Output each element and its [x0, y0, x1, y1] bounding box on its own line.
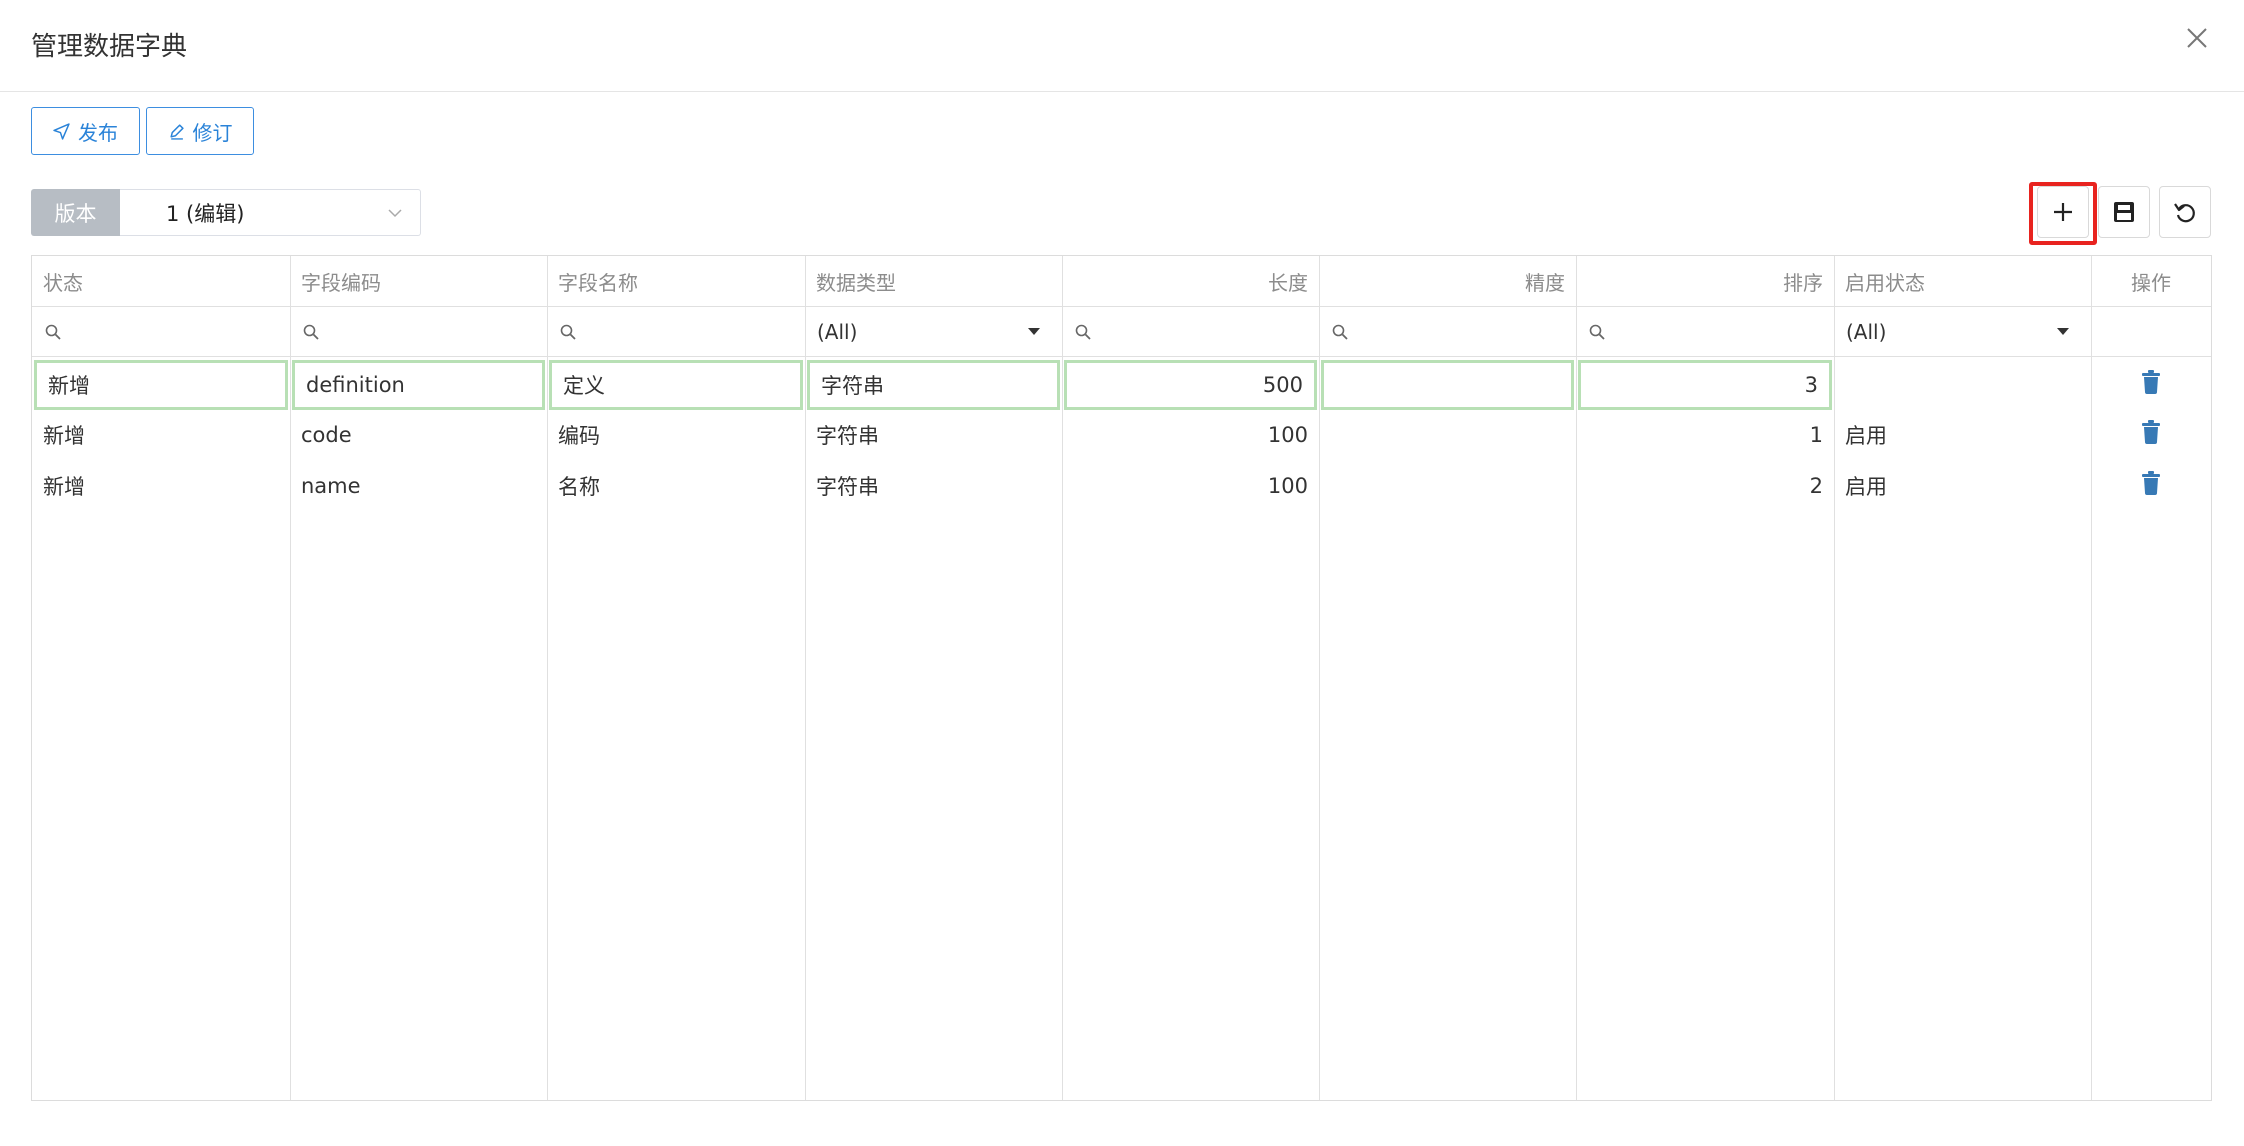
- send-icon: [53, 122, 70, 140]
- filter-field-code[interactable]: [290, 307, 547, 356]
- data-grid: 状态 字段编码 字段名称 数据类型 长度 精度 排序 启用状态 操作 (All): [31, 255, 2212, 1101]
- filter-status[interactable]: [32, 307, 290, 356]
- pencil-icon: [169, 123, 184, 140]
- cell-order[interactable]: 1: [1576, 410, 1834, 460]
- trash-icon: [2142, 420, 2160, 444]
- column-divider: [805, 256, 806, 1100]
- column-header-precision[interactable]: 精度: [1319, 256, 1576, 306]
- search-icon: [1332, 324, 1348, 340]
- cell-order[interactable]: 2: [1576, 461, 1834, 511]
- trash-icon: [2142, 370, 2160, 394]
- dialog-title: 管理数据字典: [31, 32, 188, 62]
- publish-button[interactable]: 发布: [31, 107, 140, 155]
- filter-data-type[interactable]: (All): [805, 307, 1062, 356]
- revise-button[interactable]: 修订: [146, 107, 254, 155]
- cell-data-type[interactable]: 字符串: [805, 461, 1062, 511]
- cell-precision[interactable]: [1321, 360, 1574, 410]
- cell-precision[interactable]: [1319, 461, 1576, 511]
- publish-label: 发布: [78, 120, 118, 145]
- filter-length[interactable]: [1062, 307, 1319, 356]
- filter-order[interactable]: [1576, 307, 1834, 356]
- cell-data-type[interactable]: 字符串: [807, 360, 1060, 410]
- version-label: 版本: [31, 189, 120, 236]
- delete-row-button[interactable]: [2091, 357, 2211, 407]
- save-icon: [2114, 202, 2134, 222]
- cell-length[interactable]: 100: [1062, 410, 1319, 460]
- search-icon: [303, 324, 319, 340]
- column-divider: [1576, 256, 1577, 1100]
- cell-status[interactable]: 新增: [32, 461, 290, 511]
- cell-field-code[interactable]: name: [290, 461, 547, 511]
- cell-enable-status[interactable]: 启用: [1834, 461, 2091, 511]
- search-icon: [1075, 324, 1091, 340]
- column-header-field-name[interactable]: 字段名称: [547, 256, 805, 306]
- add-row-button[interactable]: [2037, 186, 2089, 238]
- undo-icon: [2174, 203, 2195, 223]
- column-header-actions: 操作: [2131, 270, 2171, 295]
- cell-status[interactable]: 新增: [32, 410, 290, 460]
- cell-status[interactable]: 新增: [34, 360, 288, 410]
- caret-down-icon: [1028, 328, 1040, 335]
- version-value: 1 (编辑): [166, 201, 245, 226]
- filter-field-name[interactable]: [547, 307, 805, 356]
- search-icon: [45, 324, 61, 340]
- column-divider: [290, 256, 291, 1100]
- column-header-length[interactable]: 长度: [1062, 256, 1319, 306]
- delete-row-button[interactable]: [2091, 458, 2211, 508]
- save-button[interactable]: [2098, 186, 2150, 238]
- column-divider: [1319, 256, 1320, 1100]
- delete-row-button[interactable]: [2091, 407, 2211, 457]
- trash-icon: [2142, 471, 2160, 495]
- column-divider: [547, 256, 548, 1100]
- cell-data-type[interactable]: 字符串: [805, 410, 1062, 460]
- column-header-data-type[interactable]: 数据类型: [805, 256, 1062, 306]
- revise-label: 修订: [192, 120, 233, 145]
- close-icon[interactable]: [2179, 20, 2215, 56]
- filter-data-type-value: (All): [817, 319, 858, 344]
- cell-field-code[interactable]: code: [290, 410, 547, 460]
- chevron-down-icon: [388, 209, 402, 218]
- header-divider: [0, 91, 2244, 92]
- cell-enable-status[interactable]: 启用: [1834, 410, 2091, 460]
- cell-enable-status[interactable]: [1834, 360, 2091, 410]
- cell-order[interactable]: 3: [1578, 360, 1832, 410]
- cell-field-name[interactable]: 编码: [547, 410, 805, 460]
- column-header-status[interactable]: 状态: [32, 256, 290, 306]
- undo-button[interactable]: [2159, 186, 2211, 238]
- filter-enable-status-value: (All): [1846, 319, 1887, 344]
- column-header-enable-status[interactable]: 启用状态: [1834, 256, 2091, 306]
- column-divider: [1062, 256, 1063, 1100]
- version-select[interactable]: 1 (编辑): [120, 189, 421, 236]
- cell-field-code[interactable]: definition: [292, 360, 545, 410]
- filter-enable-status[interactable]: (All): [1834, 307, 2091, 356]
- filter-precision[interactable]: [1319, 307, 1576, 356]
- manage-dictionary-dialog: 管理数据字典 发布 修订 版本 1 (编辑) 状态 字段编码 字段名称 数据类型…: [0, 0, 2244, 1146]
- column-header-order[interactable]: 排序: [1576, 256, 1834, 306]
- cell-field-name[interactable]: 名称: [547, 461, 805, 511]
- search-icon: [1589, 324, 1605, 340]
- cell-field-name[interactable]: 定义: [549, 360, 803, 410]
- plus-icon: [2054, 203, 2072, 221]
- filter-divider: [32, 356, 2211, 357]
- caret-down-icon: [2057, 328, 2069, 335]
- cell-precision[interactable]: [1319, 410, 1576, 460]
- search-icon: [560, 324, 576, 340]
- cell-length[interactable]: 500: [1064, 360, 1317, 410]
- column-header-field-code[interactable]: 字段编码: [290, 256, 547, 306]
- cell-length[interactable]: 100: [1062, 461, 1319, 511]
